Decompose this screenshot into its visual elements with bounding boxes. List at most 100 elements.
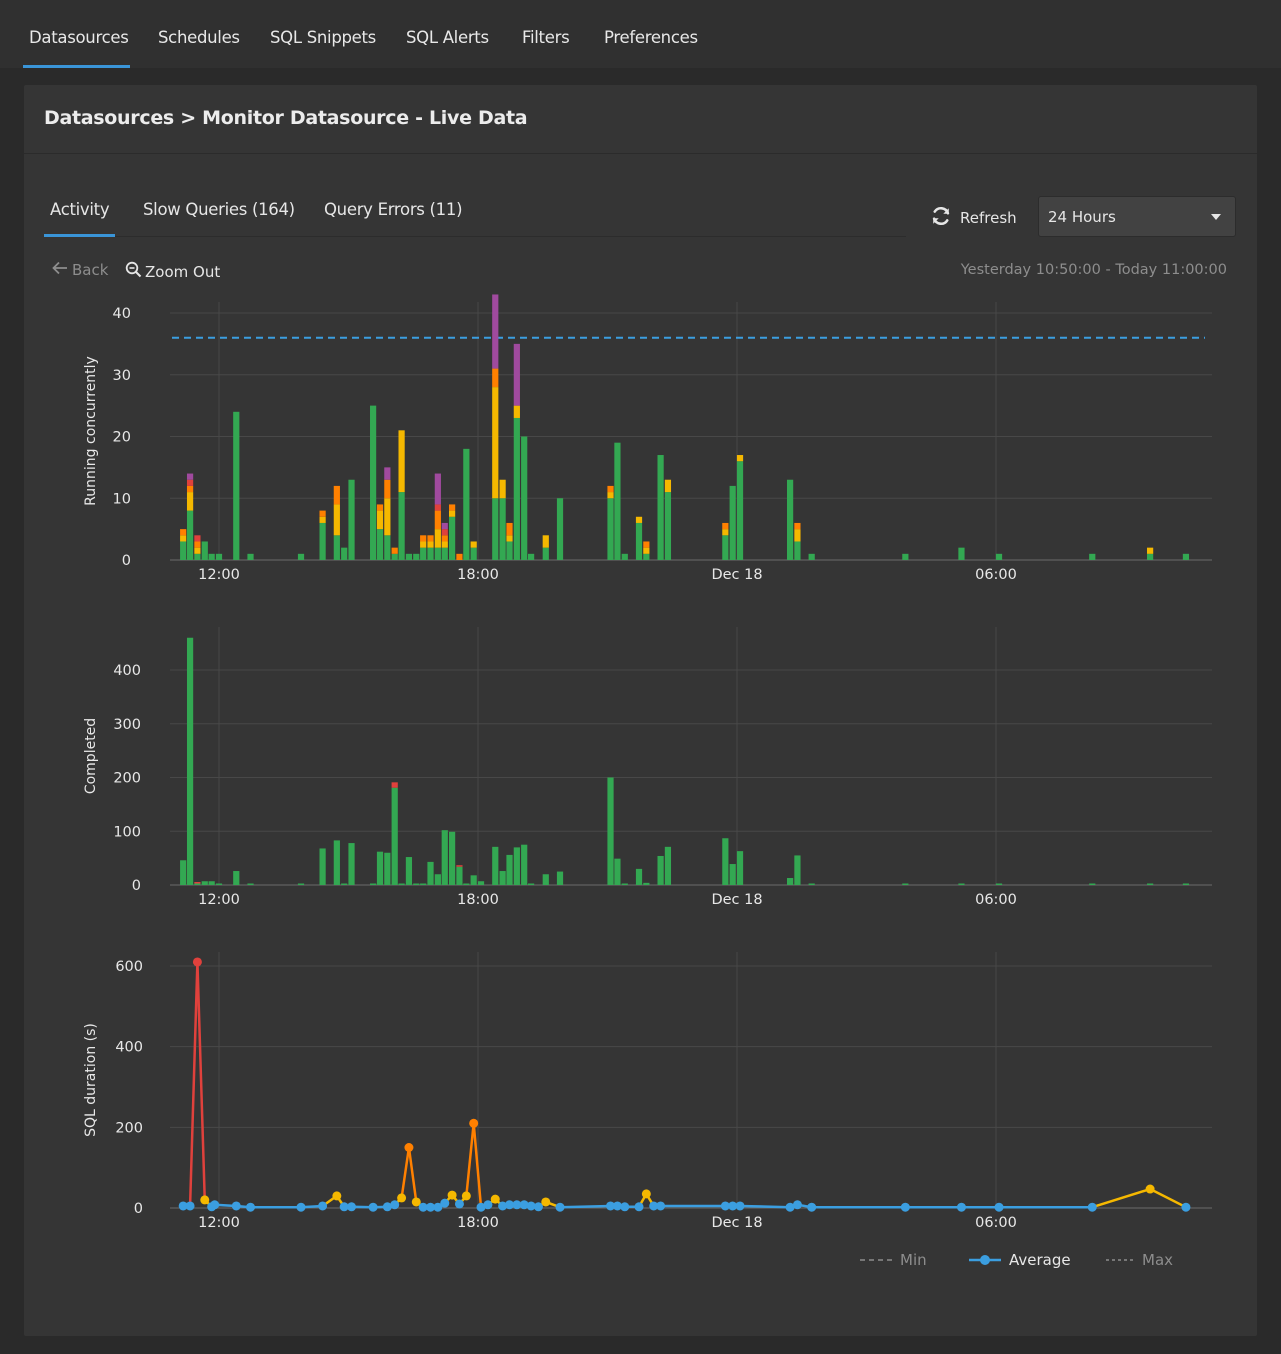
bar-completed[interactable] <box>657 855 664 885</box>
average-point[interactable] <box>994 1202 1004 1212</box>
bar-segment-green[interactable] <box>995 553 1003 560</box>
bar-segment-green[interactable] <box>180 541 187 560</box>
bar-segment-yellow[interactable] <box>376 510 384 530</box>
bar-segment-green[interactable] <box>341 547 348 560</box>
bar-completed[interactable] <box>635 868 643 885</box>
bar-completed[interactable] <box>341 883 348 886</box>
bar-segment-green[interactable] <box>556 498 564 560</box>
average-point[interactable] <box>440 1198 450 1208</box>
bar-segment-orange[interactable] <box>319 510 326 517</box>
bar-segment-green[interactable] <box>247 553 254 560</box>
bar-segment-yellow[interactable] <box>722 529 729 536</box>
bar-segment-orange[interactable] <box>376 504 384 511</box>
bar-segment-purple[interactable] <box>513 343 520 406</box>
bar-error[interactable] <box>456 865 463 867</box>
bar-completed[interactable] <box>427 861 434 885</box>
bar-segment-green[interactable] <box>736 461 744 560</box>
legend-max[interactable]: Max <box>1106 1251 1173 1269</box>
bar-segment-orange[interactable] <box>456 553 463 560</box>
bar-completed[interactable] <box>434 874 441 885</box>
bar-completed[interactable] <box>1182 883 1190 886</box>
bar-segment-yellow[interactable] <box>664 479 672 493</box>
bar-segment-green[interactable] <box>635 522 643 560</box>
bar-completed[interactable] <box>902 883 909 886</box>
average-point[interactable] <box>469 1118 479 1128</box>
bar-segment-yellow[interactable] <box>194 547 201 554</box>
bar-completed[interactable] <box>463 883 470 886</box>
bar-segment-green[interactable] <box>186 510 194 560</box>
bar-completed[interactable] <box>513 847 520 885</box>
bar-completed[interactable] <box>449 831 456 885</box>
legend-min[interactable]: Min <box>860 1251 927 1269</box>
bar-completed[interactable] <box>420 883 427 886</box>
bar-completed[interactable] <box>398 883 405 886</box>
bar-segment-yellow[interactable] <box>420 541 427 548</box>
average-point[interactable] <box>404 1143 414 1152</box>
bar-completed[interactable] <box>664 846 672 885</box>
bar-segment-green[interactable] <box>391 553 398 560</box>
bar-segment-yellow[interactable] <box>499 479 506 499</box>
bar-segment-green[interactable] <box>233 411 240 560</box>
bar-completed[interactable] <box>521 844 528 885</box>
bar-segment-orange[interactable] <box>186 485 194 493</box>
average-point[interactable] <box>200 1195 210 1205</box>
bar-completed[interactable] <box>794 855 801 885</box>
average-point[interactable] <box>541 1197 551 1207</box>
bar-segment-yellow[interactable] <box>635 516 643 523</box>
bar-completed[interactable] <box>370 883 377 886</box>
average-point[interactable] <box>641 1189 651 1199</box>
bar-segment-green[interactable] <box>376 529 384 560</box>
average-point[interactable] <box>192 957 202 967</box>
bar-segment-yellow[interactable] <box>492 387 499 499</box>
bar-segment-green[interactable] <box>427 547 434 560</box>
bar-completed[interactable] <box>958 883 965 886</box>
bar-segment-green[interactable] <box>657 455 664 560</box>
average-point[interactable] <box>634 1202 644 1212</box>
bar-segment-green[interactable] <box>333 535 340 560</box>
bar-segment-green[interactable] <box>449 516 456 560</box>
bar-segment-yellow[interactable] <box>542 535 549 548</box>
bar-segment-green[interactable] <box>643 553 650 560</box>
bar-segment-green[interactable] <box>463 448 470 560</box>
bar-segment-purple[interactable] <box>384 467 391 480</box>
bar-segment-orange[interactable] <box>794 522 801 530</box>
bar-segment-orange[interactable] <box>441 535 448 542</box>
bar-completed[interactable] <box>180 860 187 885</box>
bar-segment-green[interactable] <box>413 553 420 560</box>
average-point[interactable] <box>246 1202 256 1212</box>
bar-completed[interactable] <box>506 854 513 885</box>
bar-completed[interactable] <box>297 883 305 886</box>
bar-completed[interactable] <box>201 881 208 885</box>
bar-segment-purple[interactable] <box>434 473 441 505</box>
bar-completed[interactable] <box>376 851 384 885</box>
bar-segment-green[interactable] <box>614 442 621 560</box>
average-point[interactable] <box>555 1202 565 1212</box>
average-point[interactable] <box>185 1201 195 1211</box>
bar-segment-red[interactable] <box>441 529 448 536</box>
average-point[interactable] <box>1181 1202 1191 1212</box>
bar-segment-orange[interactable] <box>722 522 729 530</box>
bar-segment-green[interactable] <box>201 541 208 560</box>
bar-segment-green[interactable] <box>470 547 477 560</box>
bar-segment-green[interactable] <box>794 541 801 560</box>
bar-completed[interactable] <box>333 840 340 885</box>
bar-segment-green[interactable] <box>786 479 794 560</box>
bar-segment-green[interactable] <box>208 553 215 560</box>
bar-segment-green[interactable] <box>527 553 535 560</box>
bar-segment-yellow[interactable] <box>513 405 520 418</box>
bar-completed[interactable] <box>643 882 650 885</box>
bar-segment-yellow[interactable] <box>319 516 326 523</box>
bar-segment-green[interactable] <box>215 553 223 560</box>
bar-segment-green[interactable] <box>729 485 736 560</box>
bar-segment-green[interactable] <box>384 535 391 560</box>
bar-segment-orange[interactable] <box>506 522 513 536</box>
bar-completed[interactable] <box>722 838 729 885</box>
bar-segment-green[interactable] <box>808 553 815 560</box>
bar-segment-orange[interactable] <box>333 485 340 505</box>
bar-completed[interactable] <box>456 866 463 885</box>
bar-segment-green[interactable] <box>506 541 513 560</box>
bar-completed[interactable] <box>208 881 215 885</box>
bar-segment-yellow[interactable] <box>427 541 434 548</box>
bar-segment-green[interactable] <box>607 498 614 560</box>
average-point[interactable] <box>792 1200 802 1210</box>
